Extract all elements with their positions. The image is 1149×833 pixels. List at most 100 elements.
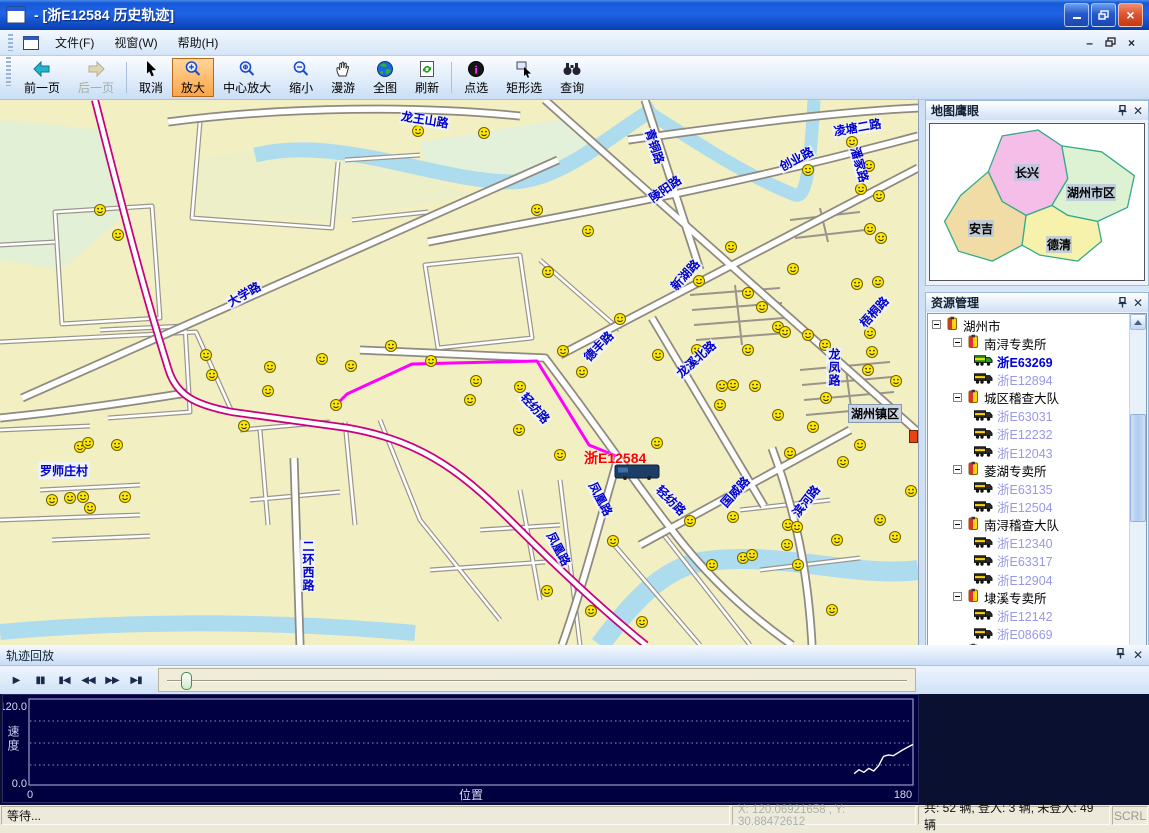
- rewind-button[interactable]: ◀◀: [77, 669, 99, 691]
- tree-vehicle-item[interactable]: 浙E12340: [974, 534, 1053, 552]
- vehicle-smiley-icon[interactable]: [832, 535, 843, 546]
- collapse-toggle[interactable]: [953, 590, 962, 604]
- vehicle-smiley-icon[interactable]: [207, 370, 218, 381]
- vehicle-smiley-icon[interactable]: [891, 376, 902, 387]
- first-button[interactable]: ▮◀: [53, 669, 75, 691]
- zoom-out-button[interactable]: 缩小: [280, 58, 322, 97]
- vehicle-smiley-icon[interactable]: [112, 440, 123, 451]
- center-zoom-button[interactable]: 中心放大: [214, 58, 280, 97]
- vehicle-smiley-icon[interactable]: [715, 400, 726, 411]
- toolbar-grip[interactable]: [6, 57, 11, 86]
- vehicle-smiley-icon[interactable]: [838, 457, 849, 468]
- vehicle-smiley-icon[interactable]: [426, 356, 437, 367]
- vehicle-smiley-icon[interactable]: [785, 448, 796, 459]
- vehicle-smiley-icon[interactable]: [803, 165, 814, 176]
- vehicle-smiley-icon[interactable]: [855, 440, 866, 451]
- vehicle-smiley-icon[interactable]: [577, 367, 588, 378]
- vehicle-smiley-icon[interactable]: [413, 126, 424, 137]
- close-button[interactable]: ×: [1118, 3, 1143, 27]
- vehicle-smiley-icon[interactable]: [873, 277, 884, 288]
- child-minimize-button[interactable]: –: [1086, 36, 1093, 50]
- vehicle-smiley-icon[interactable]: [542, 586, 553, 597]
- vehicle-smiley-icon[interactable]: [515, 382, 526, 393]
- vehicle-smiley-icon[interactable]: [808, 422, 819, 433]
- next-page-button[interactable]: 后一页: [69, 58, 123, 97]
- child-restore-button[interactable]: [1105, 36, 1116, 50]
- vehicle-smiley-icon[interactable]: [906, 486, 917, 497]
- vehicle-smiley-icon[interactable]: [331, 400, 342, 411]
- vehicle-smiley-icon[interactable]: [856, 184, 867, 195]
- prev-page-button[interactable]: 前一页: [15, 58, 69, 97]
- tree-vehicle-item[interactable]: 浙E63269: [974, 352, 1053, 370]
- tree-vehicle-item[interactable]: 浙E12904: [974, 570, 1053, 588]
- cancel-button[interactable]: 取消: [130, 58, 172, 97]
- vehicle-smiley-icon[interactable]: [852, 279, 863, 290]
- vehicle-smiley-icon[interactable]: [471, 376, 482, 387]
- vehicle-smiley-icon[interactable]: [863, 365, 874, 376]
- point-select-button[interactable]: i 点选: [455, 58, 497, 97]
- menubar-grip[interactable]: [8, 34, 13, 52]
- vehicle-smiley-icon[interactable]: [608, 536, 619, 547]
- vehicle-smiley-icon[interactable]: [747, 550, 758, 561]
- vehicle-smiley-icon[interactable]: [874, 191, 885, 202]
- vehicle-smiley-icon[interactable]: [875, 515, 886, 526]
- collapse-toggle[interactable]: [953, 391, 962, 405]
- vehicle-smiley-icon[interactable]: [615, 314, 626, 325]
- vehicle-smiley-icon[interactable]: [85, 503, 96, 514]
- tree-vehicle-item[interactable]: 浙E12232: [974, 425, 1053, 443]
- vehicle-smiley-icon[interactable]: [750, 381, 761, 392]
- tree-org-item[interactable]: 南浔稽查大队: [953, 516, 1059, 534]
- vehicle-smiley-icon[interactable]: [782, 540, 793, 551]
- vehicle-smiley-icon[interactable]: [532, 205, 543, 216]
- vehicle-smiley-icon[interactable]: [514, 425, 525, 436]
- tree-vehicle-item[interactable]: 浙E08669: [974, 625, 1053, 643]
- tree-vehicle-item[interactable]: 浙E63135: [974, 479, 1053, 497]
- vehicle-smiley-icon[interactable]: [555, 450, 566, 461]
- vehicle-smiley-icon[interactable]: [717, 381, 728, 392]
- menu-file[interactable]: 文件(F): [45, 31, 104, 54]
- vehicle-smiley-icon[interactable]: [465, 395, 476, 406]
- collapse-toggle[interactable]: [953, 336, 962, 350]
- vehicle-smiley-icon[interactable]: [773, 410, 784, 421]
- tree-org-item[interactable]: 菱湖专卖所: [953, 461, 1047, 479]
- tree-org-item[interactable]: 湖州市: [932, 316, 1001, 334]
- vehicle-smiley-icon[interactable]: [239, 421, 250, 432]
- vehicle-smiley-icon[interactable]: [876, 233, 887, 244]
- close-panel-icon[interactable]: ✕: [1133, 648, 1143, 662]
- scrollbar-thumb[interactable]: [1130, 414, 1146, 522]
- pause-button[interactable]: ▮▮: [29, 669, 51, 691]
- vehicle-smiley-icon[interactable]: [821, 393, 832, 404]
- collapse-toggle[interactable]: [953, 463, 962, 477]
- play-button[interactable]: ▶: [5, 669, 27, 691]
- vehicle-smiley-icon[interactable]: [757, 302, 768, 313]
- vehicle-smiley-icon[interactable]: [558, 346, 569, 357]
- vehicle-smiley-icon[interactable]: [201, 350, 212, 361]
- zoom-in-button[interactable]: 放大: [172, 58, 214, 97]
- vehicle-smiley-icon[interactable]: [317, 354, 328, 365]
- vehicle-smiley-icon[interactable]: [83, 438, 94, 449]
- close-panel-icon[interactable]: ✕: [1133, 104, 1143, 118]
- vehicle-smiley-icon[interactable]: [890, 532, 901, 543]
- close-panel-icon[interactable]: ✕: [1133, 296, 1143, 310]
- vehicle-smiley-icon[interactable]: [743, 345, 754, 356]
- collapse-toggle[interactable]: [932, 318, 941, 332]
- vehicle-smiley-icon[interactable]: [47, 495, 58, 506]
- tree-org-item[interactable]: 埭溪专卖所: [953, 588, 1047, 606]
- vehicle-smiley-icon[interactable]: [113, 230, 124, 241]
- vehicle-smiley-icon[interactable]: [694, 276, 705, 287]
- minimize-button[interactable]: [1064, 3, 1089, 27]
- pin-icon[interactable]: [1118, 297, 1127, 308]
- vehicle-smiley-icon[interactable]: [685, 516, 696, 527]
- vehicle-smiley-icon[interactable]: [479, 128, 490, 139]
- vehicle-smiley-icon[interactable]: [265, 362, 276, 373]
- overview-map[interactable]: 长兴湖州市区安吉德清: [929, 123, 1145, 281]
- vehicle-smiley-icon[interactable]: [792, 522, 803, 533]
- vehicle-smiley-icon[interactable]: [637, 617, 648, 628]
- query-button[interactable]: 查询: [551, 58, 593, 97]
- tree-org-item[interactable]: 南浔专卖所: [953, 334, 1047, 352]
- vehicle-smiley-icon[interactable]: [827, 605, 838, 616]
- forward-button[interactable]: ▶▶: [101, 669, 123, 691]
- collapse-toggle[interactable]: [953, 518, 962, 532]
- vehicle-smiley-icon[interactable]: [728, 512, 739, 523]
- playback-slider[interactable]: [158, 668, 916, 692]
